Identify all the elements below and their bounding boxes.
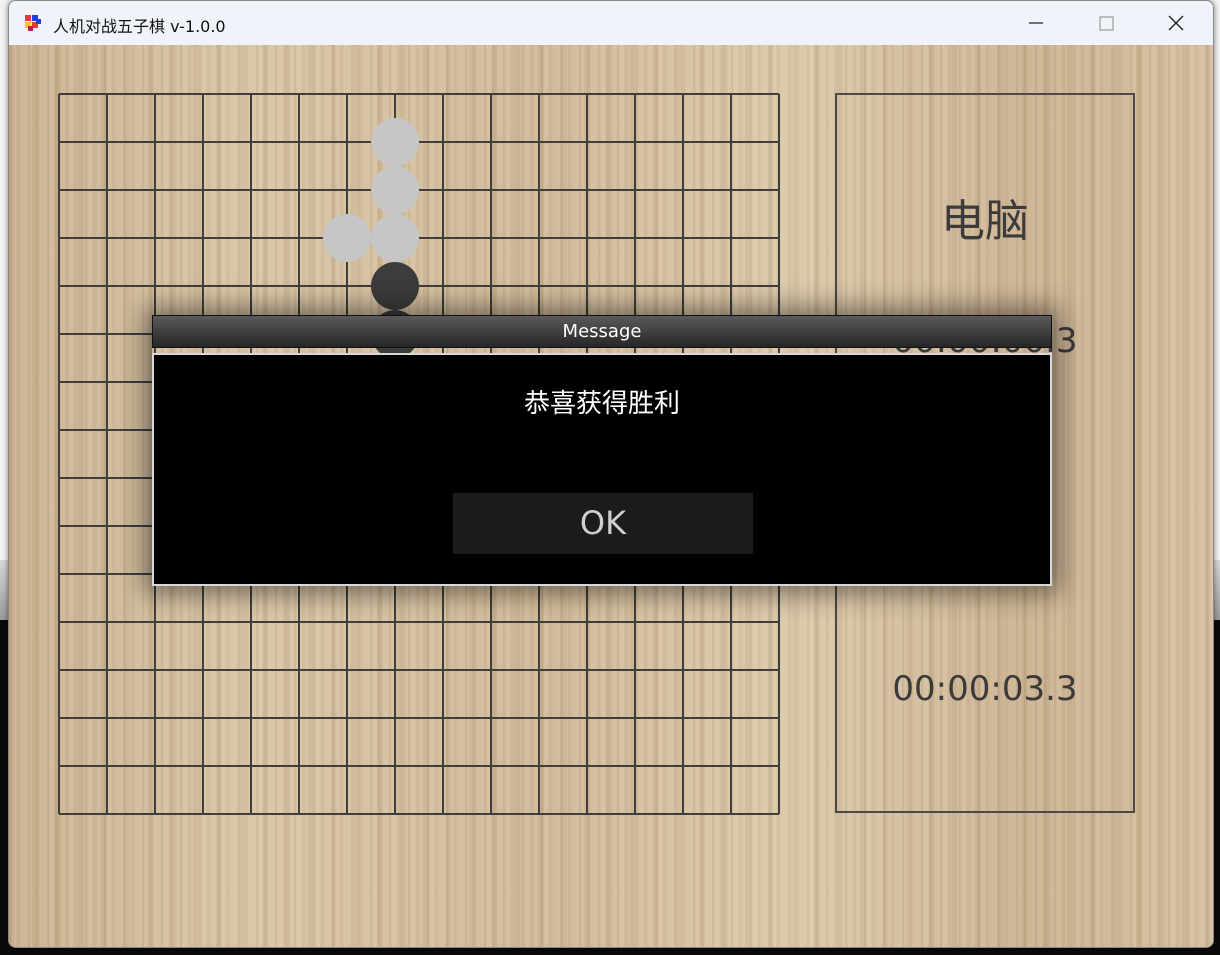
white-stone bbox=[323, 214, 371, 262]
black-stone bbox=[371, 262, 419, 310]
maximize-button[interactable] bbox=[1071, 1, 1141, 45]
title-bar[interactable]: 人机对战五子棋 v-1.0.0 bbox=[9, 1, 1213, 46]
dialog-message: 恭喜获得胜利 bbox=[523, 389, 680, 419]
player-name: 电脑 bbox=[941, 196, 1029, 247]
window-title: 人机对战五子棋 v-1.0.0 bbox=[53, 17, 226, 36]
white-stone bbox=[371, 118, 419, 166]
dialog-title[interactable]: Message bbox=[152, 315, 1052, 348]
message-dialog: Message 恭喜获得胜利 OK bbox=[152, 315, 1052, 586]
close-icon bbox=[1168, 15, 1184, 31]
app-icon bbox=[25, 15, 41, 31]
close-button[interactable] bbox=[1141, 1, 1211, 45]
dialog-body: 恭喜获得胜利 OK bbox=[152, 353, 1052, 586]
white-stone bbox=[371, 214, 419, 262]
minimize-icon bbox=[1029, 22, 1043, 24]
ok-button[interactable]: OK bbox=[453, 493, 753, 554]
maximize-icon bbox=[1099, 16, 1114, 31]
white-stone bbox=[371, 166, 419, 214]
timer-player: 00:00:03.3 bbox=[892, 669, 1078, 709]
minimize-button[interactable] bbox=[1001, 1, 1071, 45]
